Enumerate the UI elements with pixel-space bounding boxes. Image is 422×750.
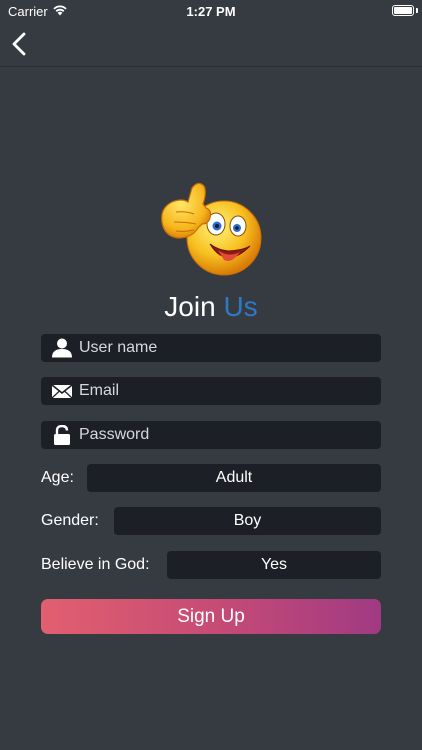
username-field[interactable] [41,334,381,362]
chevron-left-icon [12,32,26,56]
user-icon [52,338,72,358]
age-select[interactable]: Adult [87,464,381,492]
email-input[interactable] [79,377,373,405]
status-bar: Carrier 1:27 PM [0,0,422,22]
password-input[interactable] [79,421,373,449]
clock: 1:27 PM [186,4,236,19]
title-us: Us [223,291,258,322]
gender-select[interactable]: Boy [114,507,381,535]
back-button[interactable] [8,30,34,58]
battery-nub [416,8,418,13]
believe-select[interactable]: Yes [167,551,381,579]
email-field[interactable] [41,377,381,405]
thumbs-up-emoji [161,182,262,276]
page-title: Join Us [0,291,422,323]
username-input[interactable] [79,334,373,362]
envelope-icon [51,384,73,399]
title-join: Join [164,291,216,322]
lock-icon [54,425,70,445]
navigation-bar [0,22,422,67]
gender-label: Gender: [41,512,99,529]
age-label: Age: [41,469,74,486]
password-field[interactable] [41,421,381,449]
believe-label: Believe in God: [41,556,150,573]
sign-up-button[interactable]: Sign Up [41,599,381,634]
battery-icon [392,5,414,16]
